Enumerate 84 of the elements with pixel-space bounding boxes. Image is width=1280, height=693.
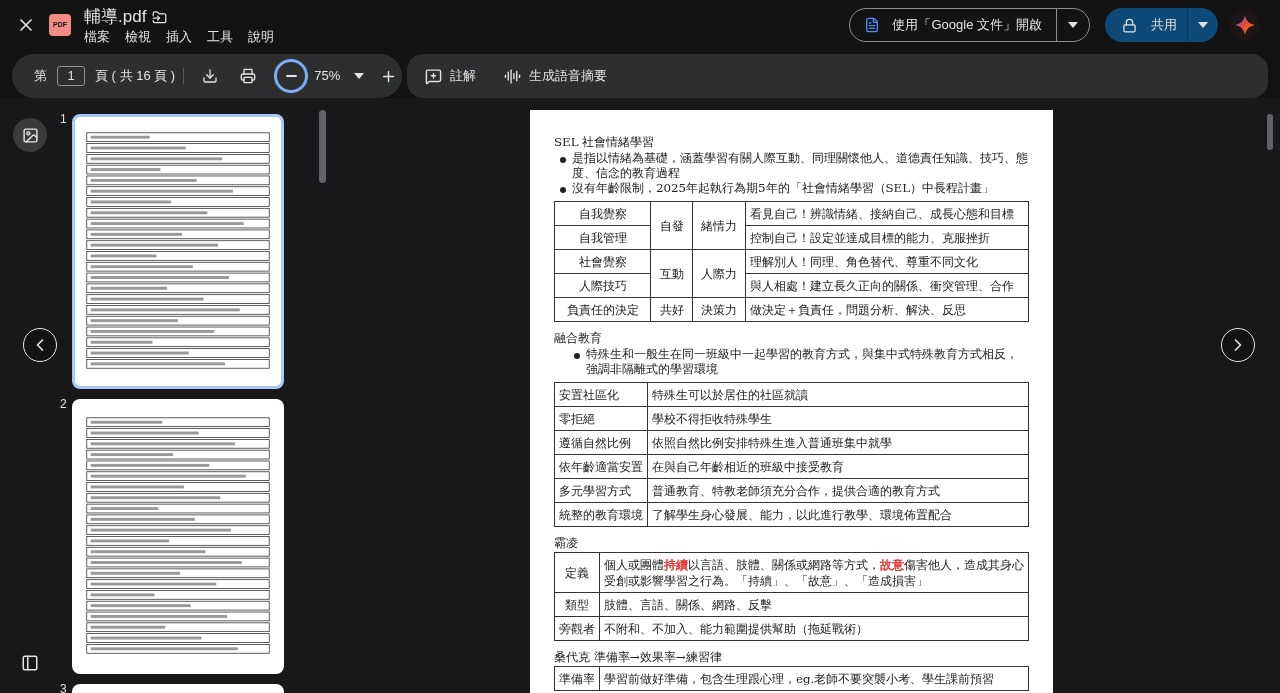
page-number: 2 xyxy=(60,396,68,413)
table-cell: 負責任的決定 xyxy=(554,297,651,322)
table-cell: 旁觀者 xyxy=(554,616,600,641)
move-folder-icon[interactable] xyxy=(152,9,168,25)
docs-icon xyxy=(864,17,881,33)
menu-item[interactable]: 檔案 xyxy=(84,27,110,47)
table-cell: 控制自己！設定並達成目標的能力、克服挫折 xyxy=(745,225,1029,250)
scrollbar-thumb[interactable] xyxy=(1267,114,1273,150)
table-cell: 了解學生身心發展、能力，以此進行教學、環境佈置配合 xyxy=(647,502,1029,527)
table-cell: 學習前做好準備，包含生理跟心理，eg.老師不要突襲小考、學生課前預習 xyxy=(599,666,1029,691)
bullet-icon xyxy=(560,157,566,163)
section-heading: 桑代克 準備率→效果率→練習律 xyxy=(554,649,723,665)
zoom-out-button[interactable] xyxy=(274,59,309,93)
table-cell: 個人或團體持續以言語、肢體、關係或網路等方式，故意傷害他人，造成其身心受創或影響學習之行為。「持續」、「故意」、「造成損害」 xyxy=(599,552,1029,593)
table-cell: 緒情力 xyxy=(692,201,746,250)
table-cell: 普通教育、特教老師須充分合作，提供合適的教育方式 xyxy=(647,478,1029,503)
page-number: 1 xyxy=(60,111,68,128)
print-icon xyxy=(240,68,257,84)
table-cell: 互動 xyxy=(650,249,693,298)
file-title: 輔導.pdf xyxy=(84,7,147,27)
download-icon xyxy=(202,68,219,84)
section-heading: 融合教育 xyxy=(554,330,603,346)
audio-summary-button[interactable]: 生成語音摘要 xyxy=(504,66,607,86)
table-cell: 共好 xyxy=(650,297,693,322)
table-cell: 做決定＋負責任，問題分析、解決、反思 xyxy=(745,297,1029,322)
dropdown-caret-icon xyxy=(354,73,365,79)
table-cell: 多元學習方式 xyxy=(554,478,648,503)
bullet-icon xyxy=(560,187,566,193)
zoom-menu-button[interactable] xyxy=(354,73,365,79)
table-cell: 依年齡適當安置 xyxy=(554,454,648,479)
page-count-label: 頁 ( 共 16 頁 ) xyxy=(95,67,176,86)
previous-page-button[interactable] xyxy=(23,328,57,362)
bullet-icon xyxy=(574,353,580,359)
sparkle-icon[interactable] xyxy=(1235,15,1255,35)
table-cell: 特殊生可以於居住的社區就讀 xyxy=(647,382,1029,407)
page-label: 第 xyxy=(34,67,47,86)
menu-item[interactable]: 插入 xyxy=(166,27,192,47)
zoom-level: 75% xyxy=(314,67,341,86)
table-cell: 肢體、言語、關係、網路、反擊 xyxy=(599,592,1029,617)
share-button[interactable]: 共用 xyxy=(1105,8,1218,42)
bullet-text: 是指以情緒為基礎，涵蓋學習有關人際互動、同理關懷他人、道德責任知識、技巧、態度、信念的教育過程 xyxy=(572,151,1029,181)
lock-icon xyxy=(1122,17,1137,33)
table-cell: 安置社區化 xyxy=(554,382,648,407)
table-cell: 依照自然比例安排特殊生進入普通班集中就學 xyxy=(647,430,1029,455)
page-number-field[interactable]: 1 xyxy=(57,66,85,86)
next-page-button[interactable] xyxy=(1221,328,1255,362)
table-cell: 看見自己！辨識情緒、接納自己、成長心態和目標 xyxy=(745,201,1029,226)
section-heading: SEL 社會情緒學習 xyxy=(554,134,656,150)
table-cell: 定義 xyxy=(554,552,600,593)
audio-waveform-icon xyxy=(504,67,521,85)
table-cell: 零拒絕 xyxy=(554,406,648,431)
sidebar-icon xyxy=(21,654,39,672)
bullet-text: 特殊生和一般生在同一班級中一起學習的教育方式，與集中式特殊教育方式相反，強調非隔離式的學習環境 xyxy=(586,347,1019,377)
table-cell: 學校不得拒收特殊學生 xyxy=(647,406,1029,431)
table-cell: 人際力 xyxy=(692,249,746,298)
menu-item[interactable]: 說明 xyxy=(248,27,274,47)
menu-item[interactable]: 檢視 xyxy=(125,27,151,47)
table-cell: 遵循自然比例 xyxy=(554,430,648,455)
dropdown-caret-icon xyxy=(1198,22,1208,28)
table-cell: 人際技巧 xyxy=(554,273,651,298)
menu-item[interactable]: 工具 xyxy=(207,27,233,47)
table-cell: 類型 xyxy=(554,592,600,617)
bullet-text: 沒有年齡限制，2025年起執行為期5年的「社會情緒學習（SEL）中長程計畫」 xyxy=(572,181,995,196)
comment-button[interactable]: 註解 xyxy=(425,66,476,86)
table-cell: 自我覺察 xyxy=(554,201,651,226)
share-label: 共用 xyxy=(1151,16,1177,35)
minus-icon xyxy=(285,75,297,77)
image-icon[interactable] xyxy=(21,126,39,144)
table-cell: 自我管理 xyxy=(554,225,651,250)
table-cell: 在與自己年齡相近的班級中接受教育 xyxy=(647,454,1029,479)
table-cell: 理解別人！同理、角色替代、尊重不同文化 xyxy=(745,249,1029,274)
open-with-docs-label: 使用「Google 文件」開啟 xyxy=(892,16,1042,35)
page-number: 3 xyxy=(60,681,68,693)
comment-icon xyxy=(425,67,442,85)
dropdown-caret-icon xyxy=(1068,22,1078,28)
table-cell: 與人相處！建立長久正向的關係、衝突管理、合作 xyxy=(745,273,1029,298)
table-cell: 不附和、不加入、能力範圍提供幫助（拖延戰術） xyxy=(599,616,1029,641)
section-heading: 霸凌 xyxy=(554,535,579,551)
table-cell: 社會覺察 xyxy=(554,249,651,274)
table-cell: 準備率 xyxy=(554,666,600,691)
table-cell: 自發 xyxy=(650,201,693,250)
table-cell: 決策力 xyxy=(692,297,746,322)
scrollbar-thumb[interactable] xyxy=(319,110,326,183)
table-cell: 統整的教育環境 xyxy=(554,502,648,527)
